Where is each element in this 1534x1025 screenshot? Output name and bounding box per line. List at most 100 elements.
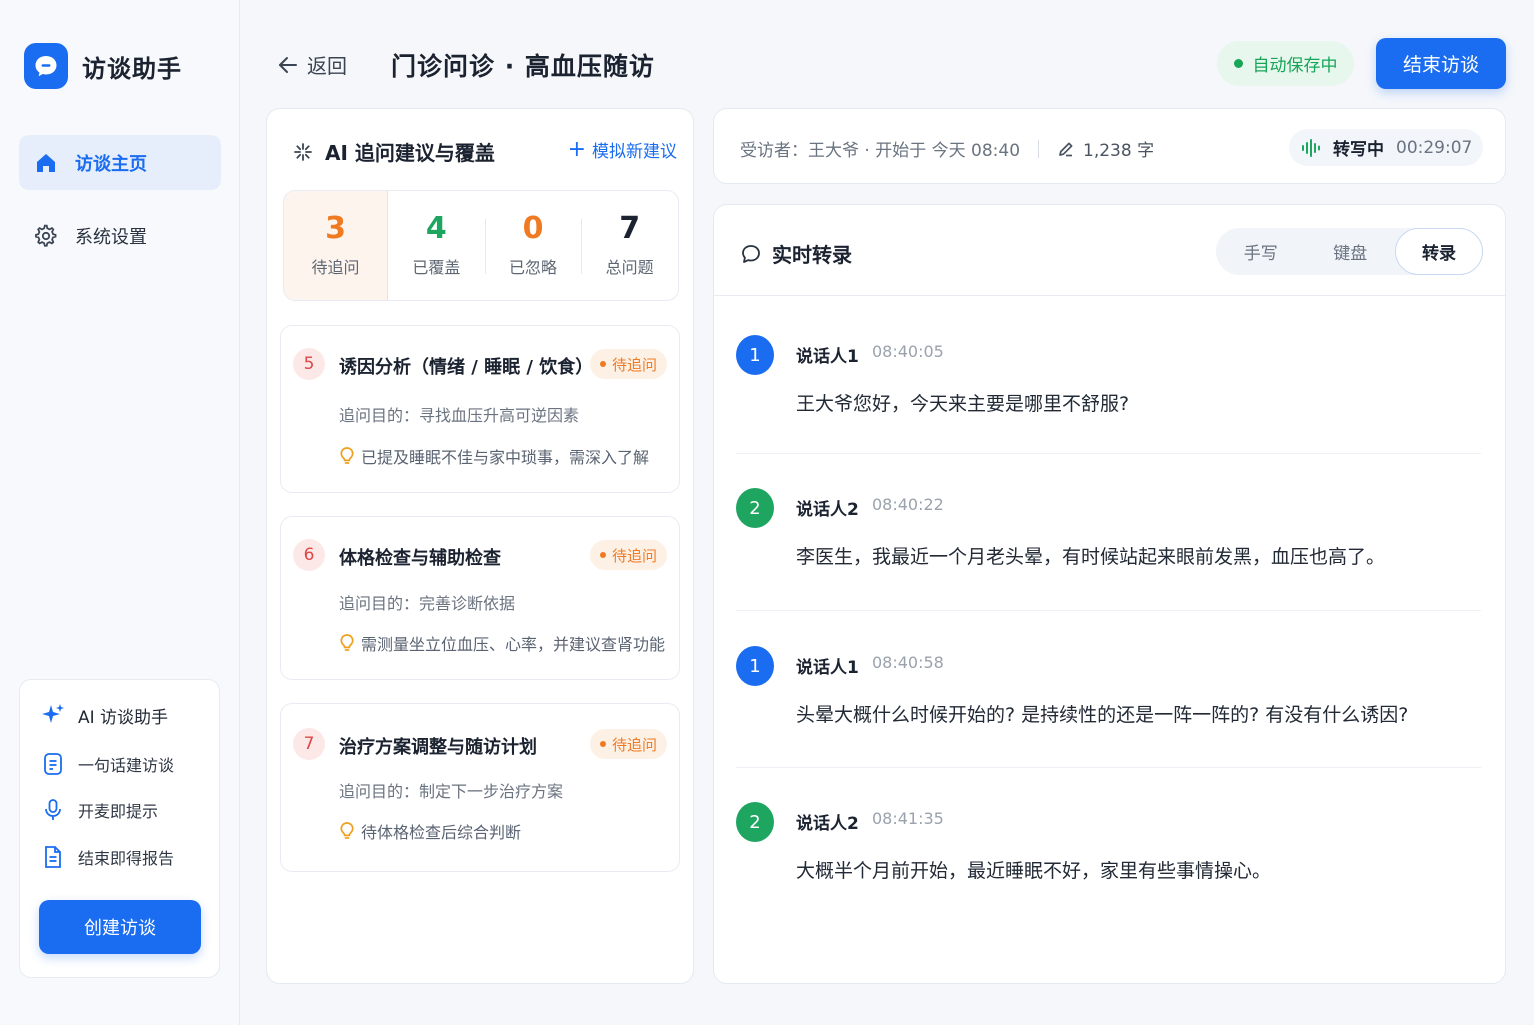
question-title: 体格检查与辅助检查 [339, 548, 501, 569]
simulate-suggestion-button[interactable]: + 模拟新建议 [568, 137, 677, 162]
page-title: 门诊问诊 · 高血压随访 [391, 52, 655, 81]
question-number-badge: 7 [293, 728, 325, 760]
interviewee-info: 受访者：王大爷 · 开始于 今天 08:40 [740, 141, 1021, 161]
stat-value: 0 [522, 210, 544, 246]
promo-feature-label: 一句话建访谈 [78, 756, 175, 775]
question-tip: 待体格检查后综合判断 [339, 819, 521, 843]
transcribing-status: 转写中 00:29:07 [1289, 129, 1483, 166]
waveform-icon [1302, 138, 1320, 157]
status-label: 待追问 [611, 735, 657, 754]
autosave-badge: 自动保存中 [1217, 41, 1354, 86]
create-interview-button[interactable]: 创建访谈 [39, 900, 201, 954]
stat-label: 总问题 [605, 257, 654, 277]
sidebar-item-settings[interactable]: 系统设置 [19, 208, 221, 263]
sparkle-burst-icon [294, 142, 312, 161]
message-timestamp: 08:41:35 [872, 809, 944, 828]
status-badge: 待追问 [589, 729, 667, 759]
session-info-bar: 受访者：王大爷 · 开始于 今天 08:40 1,238 字 转写中 00:29… [713, 108, 1506, 184]
question-card[interactable]: 7 治疗方案调整与随访计划 待追问 追问目的：制定下一步治疗方案 待体格检查后综… [280, 703, 680, 872]
transcript-header: 实时转录 手写 键盘 转录 [714, 205, 1505, 296]
sidebar: 访谈助手 访谈主页 系统设置 AI 访谈助手 一句话建访谈 开麦即提示 结束即得… [0, 0, 240, 1025]
transcript-title: 实时转录 [740, 239, 852, 268]
transcript-panel: 实时转录 手写 键盘 转录 1 说话人1 08:40:05 王大爷您好，今天来主… [713, 204, 1506, 984]
divider [736, 453, 1481, 454]
question-tip-text: 需测量坐立位血压、心率，并建议查肾功能 [361, 635, 666, 654]
question-number-badge: 5 [293, 348, 325, 380]
sidebar-item-home[interactable]: 访谈主页 [19, 135, 221, 190]
transcript-title-text: 实时转录 [772, 243, 852, 267]
speech-bubble-icon [742, 244, 760, 263]
status-badge: 待追问 [589, 540, 667, 570]
status-dot-icon [1233, 59, 1243, 68]
document-chat-icon [40, 751, 66, 777]
lightbulb-icon [340, 822, 354, 839]
divider [736, 767, 1481, 768]
transcribing-label: 转写中 [1333, 140, 1384, 160]
stat-total[interactable]: 7 总问题 [581, 191, 678, 300]
question-purpose: 追问目的：制定下一步治疗方案 [339, 782, 564, 801]
coverage-stats: 3 待追问 4 已覆盖 0 已忽略 7 总问题 [283, 190, 679, 301]
stat-covered[interactable]: 4 已覆盖 [388, 191, 485, 300]
question-tip-text: 已提及睡眠不佳与家中琐事，需深入了解 [361, 448, 650, 467]
stat-value: 7 [619, 210, 641, 246]
question-card[interactable]: 6 体格检查与辅助检查 待追问 追问目的：完善诊断依据 需测量坐立位血压、心率，… [280, 516, 680, 680]
question-number-badge: 6 [293, 539, 325, 571]
speaker-name: 说话人2 [796, 500, 859, 520]
status-label: 待追问 [611, 546, 657, 565]
input-mode-switch: 手写 键盘 转录 [1216, 228, 1483, 275]
app-name: 访谈助手 [82, 54, 182, 83]
question-purpose: 追问目的：完善诊断依据 [339, 594, 516, 613]
mode-keyboard-tab[interactable]: 键盘 [1306, 228, 1396, 275]
question-card[interactable]: 5 诱因分析（情绪 / 睡眠 / 饮食） 待追问 追问目的：寻找血压升高可逆因素… [280, 325, 680, 493]
sidebar-item-label: 访谈主页 [75, 153, 147, 175]
brand[interactable]: 访谈助手 [24, 43, 182, 89]
elapsed-timer: 00:29:07 [1396, 137, 1473, 158]
message-timestamp: 08:40:22 [872, 495, 944, 514]
promo-title: AI 访谈助手 [40, 702, 168, 728]
report-file-icon [40, 844, 66, 870]
promo-card: AI 访谈助手 一句话建访谈 开麦即提示 结束即得报告 创建访谈 [19, 679, 220, 978]
stat-label: 已忽略 [509, 257, 558, 277]
stat-label: 待追问 [311, 257, 360, 277]
plus-icon: + [567, 136, 586, 162]
gear-icon [33, 223, 59, 249]
question-title: 诱因分析（情绪 / 睡眠 / 饮食） [339, 357, 594, 378]
status-dot-icon [599, 552, 606, 558]
pencil-icon [1059, 142, 1073, 156]
end-interview-button[interactable]: 结束访谈 [1376, 38, 1506, 89]
status-label: 待追问 [611, 355, 657, 374]
stat-pending[interactable]: 3 待追问 [284, 191, 388, 300]
speaker-name: 说话人2 [796, 814, 859, 834]
simulate-label: 模拟新建议 [592, 142, 677, 162]
message-timestamp: 08:40:05 [872, 342, 944, 361]
sparkle-icon [40, 702, 66, 728]
promo-feature: 一句话建访谈 [40, 751, 174, 777]
speaker-name: 说话人1 [796, 347, 859, 367]
divider [484, 219, 486, 274]
stat-ignored[interactable]: 0 已忽略 [484, 191, 582, 300]
speaker-avatar: 1 [736, 335, 774, 375]
promo-feature-label: 开麦即提示 [78, 802, 159, 821]
question-title: 治疗方案调整与随访计划 [339, 737, 537, 758]
mode-handwriting-tab[interactable]: 手写 [1216, 228, 1306, 275]
word-count-value: 1,238 字 [1083, 141, 1155, 161]
speaker-avatar: 1 [736, 646, 774, 686]
question-tip: 需测量坐立位血压、心率，并建议查肾功能 [339, 631, 665, 655]
mode-transcribe-tab[interactable]: 转录 [1395, 228, 1483, 275]
question-purpose: 追问目的：寻找血压升高可逆因素 [339, 406, 580, 425]
sidebar-item-label: 系统设置 [75, 226, 147, 248]
back-button[interactable]: 返回 [277, 50, 347, 79]
promo-feature-label: 结束即得报告 [78, 849, 175, 868]
divider [736, 610, 1481, 611]
arrow-left-icon [279, 56, 297, 73]
message-text: 头晕大概什么时候开始的? 是持续性的还是一阵一阵的? 有没有什么诱因? [796, 704, 1409, 726]
microphone-icon [40, 797, 66, 823]
home-icon [33, 150, 59, 176]
promo-feature: 开麦即提示 [40, 797, 158, 823]
stat-value: 4 [425, 210, 447, 246]
promo-title-text: AI 访谈助手 [78, 707, 169, 728]
status-badge: 待追问 [589, 349, 667, 379]
speaker-name: 说话人1 [796, 658, 859, 678]
back-label: 返回 [307, 54, 347, 78]
session-info: 受访者：王大爷 · 开始于 今天 08:40 1,238 字 [740, 136, 1154, 161]
